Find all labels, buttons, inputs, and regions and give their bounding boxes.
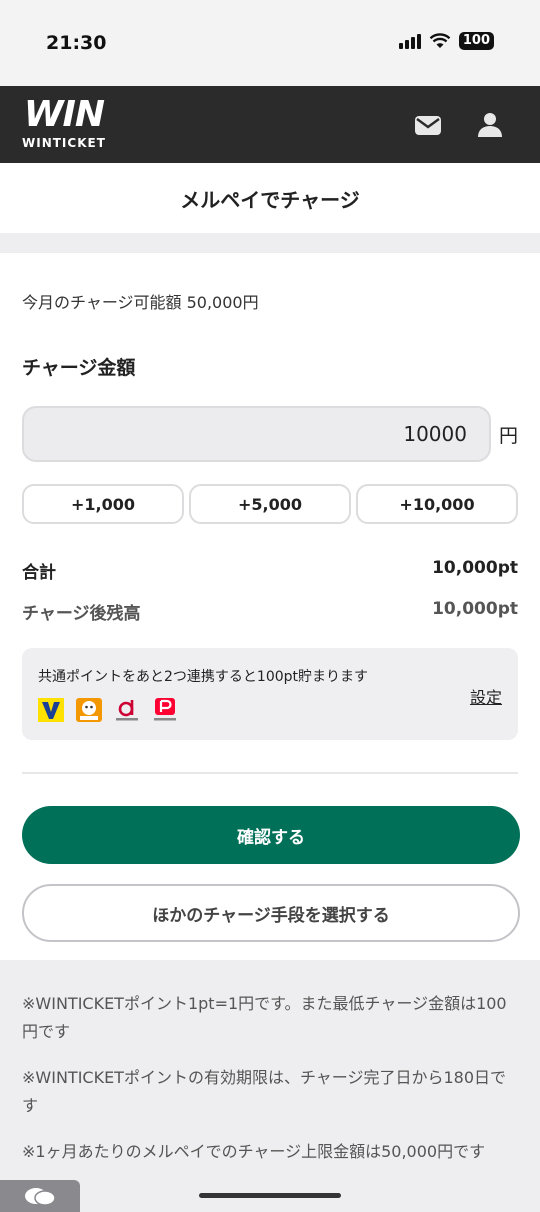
note-item: ※WINTICKETポイントの有効期限は、チャージ完了日から180日です — [22, 1068, 507, 1115]
yen-label: 円 — [498, 424, 518, 447]
battery-icon: 100 — [458, 32, 494, 50]
app-header: WIN WINTICKET — [0, 86, 540, 163]
charge-form: 今月のチャージ可能額 50,000円 チャージ金額 円 +1,000 +5,00… — [0, 289, 540, 942]
logo-text: WINTICKET — [22, 136, 106, 150]
monthly-limit-text: 今月のチャージ可能額 50,000円 — [22, 293, 259, 312]
home-indicator — [199, 1193, 341, 1198]
amount-row: 円 — [22, 406, 518, 462]
section-divider-band — [0, 233, 540, 253]
confirm-button[interactable]: 確認する — [22, 806, 520, 864]
chat-icon — [25, 1188, 56, 1206]
add-5000-button[interactable]: +5,000 — [189, 484, 351, 524]
signal-icon — [398, 33, 421, 49]
quick-add-buttons: +1,000 +5,000 +10,000 — [22, 484, 518, 524]
other-charge-method-button[interactable]: ほかのチャージ手段を選択する — [22, 884, 520, 942]
balance-value: 10,000pt — [432, 599, 518, 619]
chat-button[interactable] — [0, 1180, 80, 1212]
divider — [22, 772, 518, 774]
d-point-logo — [116, 700, 138, 721]
total-value: 10,000pt — [432, 558, 518, 578]
winticket-logo[interactable]: WIN WINTICKET — [22, 94, 106, 151]
balance-row: チャージ後残高 10,000pt — [22, 599, 518, 624]
add-1000-button[interactable]: +1,000 — [22, 484, 184, 524]
v-point-logo — [38, 698, 64, 722]
wifi-icon — [429, 33, 451, 48]
status-bar: 21:30 100 — [0, 0, 540, 86]
mail-icon[interactable] — [413, 110, 443, 140]
notes-section: ※WINTICKETポイント1pt=1円です。また最低チャージ金額は100円です… — [0, 960, 540, 1212]
user-icon[interactable] — [475, 110, 505, 140]
note-item: ※1ヶ月あたりのメルペイでのチャージ上限金額は50,000円です — [22, 1142, 486, 1161]
total-row: 合計 10,000pt — [22, 558, 518, 583]
status-time: 21:30 — [46, 32, 107, 54]
balance-label: チャージ後残高 — [22, 604, 141, 624]
logo-mark: WIN — [23, 94, 105, 135]
points-message: 共通ポイントをあと2つ連携すると100pt貯まります — [38, 669, 369, 685]
charge-amount-input[interactable] — [22, 406, 491, 462]
add-10000-button[interactable]: +10,000 — [356, 484, 518, 524]
points-link-card: 共通ポイントをあと2つ連携すると100pt貯まります 設定 — [22, 648, 518, 740]
points-logos — [38, 698, 502, 722]
ponta-logo — [76, 698, 102, 722]
points-settings-link[interactable]: 設定 — [470, 684, 502, 708]
total-label: 合計 — [22, 563, 56, 583]
page-title: メルペイでチャージ — [180, 187, 360, 212]
page-title-bar: メルペイでチャージ — [0, 163, 540, 233]
status-icons: 100 — [398, 32, 494, 50]
paypay-point-logo — [154, 698, 176, 721]
charge-amount-heading: チャージ金額 — [22, 357, 136, 379]
note-item: ※WINTICKETポイント1pt=1円です。また最低チャージ金額は100円です — [22, 994, 507, 1041]
